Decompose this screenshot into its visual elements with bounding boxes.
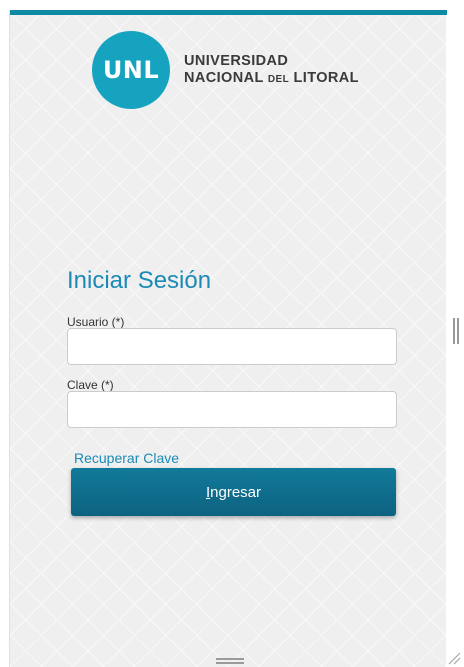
username-label: Usuario (*) [67,315,125,329]
resize-grip-icon[interactable] [447,651,461,665]
unl-logo: UNL UNIVERSIDAD NACIONAL DEL LITORAL [92,31,382,111]
password-label: Clave (*) [67,378,114,392]
logo-line-1: UNIVERSIDAD [184,53,289,69]
logo-line-2-a: NACIONAL [184,70,268,86]
bottom-resize-handle[interactable] [216,658,244,664]
login-panel: UNL UNIVERSIDAD NACIONAL DEL LITORAL Ini… [9,10,447,667]
recover-password-link[interactable]: Recuperar Clave [74,450,179,466]
username-input[interactable] [67,328,397,365]
side-resize-handle[interactable] [453,318,459,344]
logo-abbr: UNL [102,56,160,84]
page-title: Iniciar Sesión [67,267,212,294]
password-input[interactable] [67,391,397,428]
login-button[interactable]: Ingresar [71,468,396,516]
logo-line-2-b: DEL [267,74,290,85]
logo-line-2-c: LITORAL [289,70,359,86]
logo-circle: UNL [92,31,170,109]
top-accent-bar [10,10,447,15]
login-button-label: ngresar [210,483,262,501]
logo-line-2: NACIONAL DEL LITORAL [184,70,359,86]
